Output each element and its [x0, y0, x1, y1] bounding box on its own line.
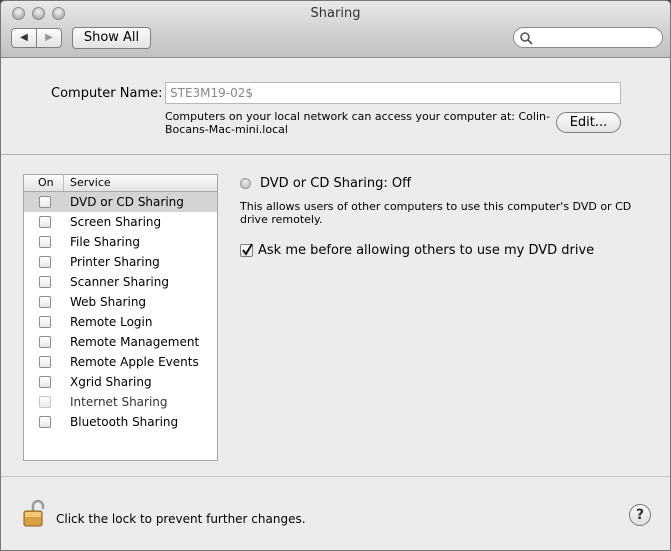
- service-label: Scanner Sharing: [70, 275, 169, 289]
- column-header-on[interactable]: On: [24, 175, 64, 191]
- network-address-line1: Computers on your local network can acce…: [165, 110, 550, 123]
- lock-button[interactable]: [22, 499, 48, 529]
- forward-button[interactable]: ▶: [36, 28, 62, 48]
- service-description-line2: drive remotely.: [240, 213, 323, 226]
- computer-name-field[interactable]: STE3M19-02$: [165, 82, 621, 104]
- service-label: Xgrid Sharing: [70, 375, 152, 389]
- service-description-line1: This allows users of other computers to …: [240, 200, 632, 213]
- service-row[interactable]: Screen Sharing: [24, 212, 217, 232]
- search-field[interactable]: [513, 27, 663, 48]
- computer-name-pane: [1, 58, 670, 155]
- service-label: DVD or CD Sharing: [70, 195, 184, 209]
- service-list: On Service DVD or CD Sharing Screen Shar…: [23, 174, 218, 461]
- column-header-service[interactable]: Service: [70, 175, 111, 191]
- ask-before-allowing-checkbox[interactable]: [240, 243, 253, 257]
- service-checkbox[interactable]: [39, 236, 51, 248]
- service-checkbox: [39, 396, 51, 408]
- service-row[interactable]: File Sharing: [24, 232, 217, 252]
- service-checkbox[interactable]: [39, 336, 51, 348]
- service-row[interactable]: Internet Sharing: [24, 392, 217, 412]
- forward-arrow-icon: ▶: [45, 32, 53, 43]
- status-indicator: [240, 178, 251, 189]
- show-all-button[interactable]: Show All: [72, 27, 151, 49]
- service-label: Web Sharing: [70, 295, 147, 309]
- service-checkbox[interactable]: [39, 276, 51, 288]
- service-checkbox[interactable]: [39, 216, 51, 228]
- service-label: File Sharing: [70, 235, 140, 249]
- service-label: Remote Management: [70, 335, 200, 349]
- computer-name-label: Computer Name:: [51, 86, 163, 101]
- edit-button[interactable]: Edit...: [556, 112, 621, 133]
- search-icon: [520, 32, 533, 45]
- service-status-title: DVD or CD Sharing: Off: [260, 176, 412, 191]
- service-label: Internet Sharing: [70, 395, 168, 409]
- back-arrow-icon: ◀: [20, 32, 28, 43]
- search-input[interactable]: [534, 30, 658, 47]
- service-checkbox[interactable]: [39, 196, 51, 208]
- service-row[interactable]: Remote Management: [24, 332, 217, 352]
- service-checkbox[interactable]: [39, 416, 51, 428]
- service-row[interactable]: Xgrid Sharing: [24, 372, 217, 392]
- service-label: Remote Login: [70, 315, 153, 329]
- service-label: Remote Apple Events: [70, 355, 199, 369]
- service-row[interactable]: Printer Sharing: [24, 252, 217, 272]
- service-checkbox[interactable]: [39, 376, 51, 388]
- service-checkbox[interactable]: [39, 316, 51, 328]
- service-checkbox[interactable]: [39, 296, 51, 308]
- checkmark-icon: [242, 243, 253, 256]
- ask-before-allowing-label: Ask me before allowing others to use my …: [258, 243, 595, 258]
- service-row[interactable]: Web Sharing: [24, 292, 217, 312]
- service-row[interactable]: Remote Apple Events: [24, 352, 217, 372]
- lock-icon: [23, 499, 45, 527]
- network-address-line2: Bocans-Mac-mini.local: [165, 123, 288, 136]
- sharing-window: Sharing ◀ ▶ Show All Computer Name: STE3…: [0, 0, 671, 551]
- service-description: This allows users of other computers to …: [240, 200, 631, 226]
- service-row[interactable]: DVD or CD Sharing: [24, 192, 217, 212]
- nav-buttons: ◀ ▶: [11, 28, 63, 48]
- network-address-text: Computers on your local network can acce…: [165, 110, 550, 136]
- back-button[interactable]: ◀: [11, 28, 37, 48]
- service-label: Printer Sharing: [70, 255, 160, 269]
- service-label: Bluetooth Sharing: [70, 415, 179, 429]
- service-checkbox[interactable]: [39, 356, 51, 368]
- service-list-header: On Service: [24, 175, 217, 192]
- lock-message: Click the lock to prevent further change…: [56, 512, 306, 526]
- service-row[interactable]: Bluetooth Sharing: [24, 412, 217, 432]
- help-icon: ?: [635, 507, 645, 523]
- help-button[interactable]: ?: [629, 504, 651, 526]
- title-bar: Sharing ◀ ▶ Show All: [1, 1, 670, 58]
- service-row[interactable]: Scanner Sharing: [24, 272, 217, 292]
- service-label: Screen Sharing: [70, 215, 162, 229]
- service-checkbox[interactable]: [39, 256, 51, 268]
- window-title: Sharing: [310, 6, 361, 21]
- service-row[interactable]: Remote Login: [24, 312, 217, 332]
